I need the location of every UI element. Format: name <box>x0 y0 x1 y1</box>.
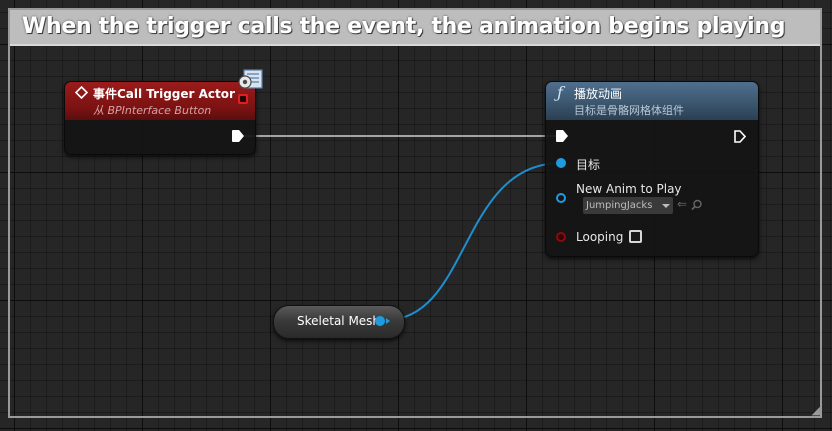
event-node-subtitle: 从 BPInterface Button <box>93 102 211 118</box>
event-node-title: 事件Call Trigger Actor <box>93 87 235 101</box>
function-icon: ƒ <box>557 83 563 102</box>
new-anim-pin[interactable] <box>556 193 566 203</box>
target-pin-label: 目标 <box>576 158 601 172</box>
target-pin[interactable] <box>556 158 566 168</box>
function-node-title: 播放动画 <box>574 87 623 101</box>
pin-arrow-icon <box>386 318 390 324</box>
diamond-event-icon <box>75 86 88 99</box>
variable-label: Skeletal Mesh <box>297 314 381 328</box>
blueprint-graph-canvas[interactable]: When the trigger calls the event, the an… <box>0 0 832 431</box>
looping-pin[interactable] <box>556 232 566 242</box>
looping-checkbox[interactable] <box>629 230 642 243</box>
chevron-down-icon <box>662 204 670 208</box>
search-icon[interactable] <box>691 199 703 211</box>
event-node-subtitle-text: 从 BPInterface Button <box>93 104 212 117</box>
object-wire <box>385 162 562 321</box>
new-anim-pin-label: New Anim to Play <box>576 182 682 196</box>
function-node-subtitle: 目标是骨骼网格体组件 <box>574 104 684 117</box>
looping-pin-label: Looping <box>576 230 624 244</box>
interface-badge-icon <box>238 69 263 89</box>
delegate-pin[interactable] <box>238 94 248 104</box>
skeletal-mesh-out-pin[interactable] <box>375 316 385 326</box>
anim-asset-dropdown[interactable]: JumpingJacks <box>583 197 673 214</box>
anim-asset-value: JumpingJacks <box>586 200 653 211</box>
function-exec-out-pin[interactable] <box>734 130 746 143</box>
use-selected-arrow-icon[interactable]: ⇐ <box>677 197 687 211</box>
